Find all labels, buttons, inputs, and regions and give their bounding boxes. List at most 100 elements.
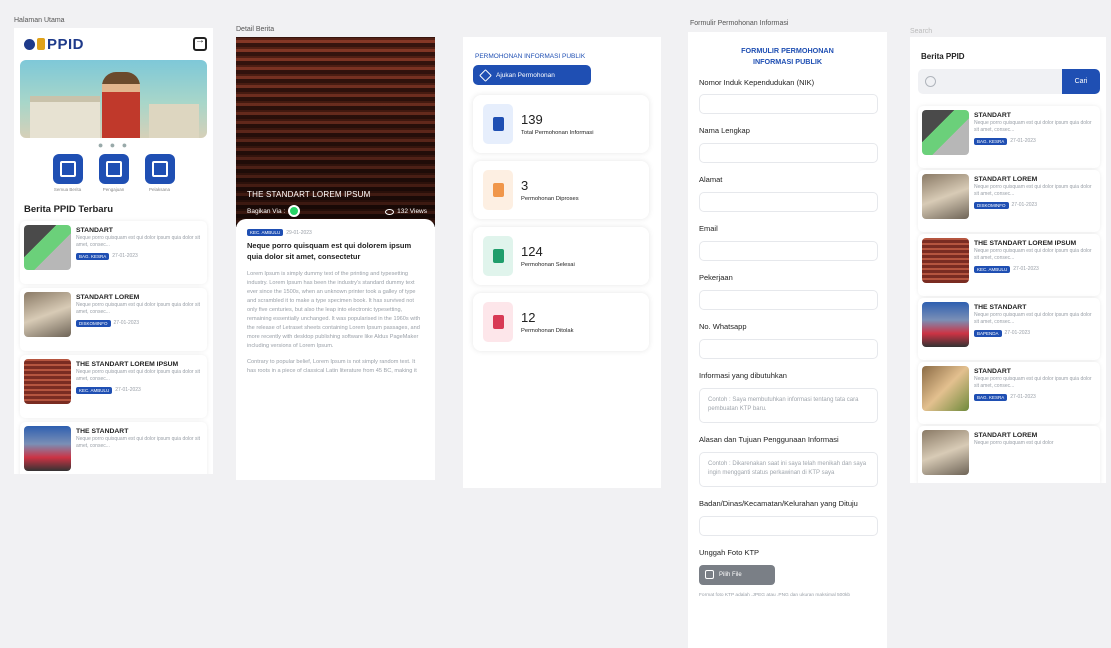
hero-banner[interactable] (20, 60, 207, 138)
carousel-dots[interactable]: ● ● ● (14, 140, 213, 150)
category-badge: KEC. AMBULU (76, 386, 113, 394)
stat-total[interactable]: 139 Total Permohonan Informasi (473, 95, 649, 153)
news-card[interactable]: STANDART Neque porro quisquam est qui do… (918, 106, 1100, 168)
news-desc: Neque porro quisquam est qui dolor (974, 440, 1054, 446)
news-card[interactable]: THE STANDART LOREM IPSUM Neque porro qui… (918, 234, 1100, 296)
whatsapp-icon[interactable] (288, 205, 301, 217)
news-card[interactable]: STANDART Neque porro quisquam est qui do… (20, 221, 207, 284)
form-screen: FORMULIR PERMOHONAN INFORMASI PUBLIK Nom… (688, 32, 887, 648)
stat-ditolak[interactable]: 12 Permohonan Ditolak (473, 293, 649, 351)
news-thumbnail (922, 238, 969, 283)
permohonan-form: Nomor Induk Kependudukan (NIK) Nama Leng… (688, 78, 887, 599)
badan-field[interactable] (699, 515, 878, 536)
quick-label: Pelaksana (148, 187, 170, 192)
news-date: 27-01-2023 (1010, 138, 1036, 144)
logout-icon[interactable] (193, 35, 207, 51)
search-screen: Berita PPID Cari STANDART Neque porro qu… (910, 37, 1106, 483)
upload-icon (705, 570, 714, 580)
form-header-line: FORMULIR PERMOHONAN (741, 46, 834, 55)
share-row: Bagikan Via : (247, 205, 301, 217)
alamat-field[interactable] (699, 192, 878, 213)
cari-button[interactable]: Cari (1062, 69, 1100, 94)
document-icon (98, 154, 129, 184)
nik-field[interactable] (699, 94, 878, 115)
quick-item-semua-berita[interactable]: Semua Berita (51, 154, 85, 192)
badan-label: Badan/Dinas/Kecamatan/Kelurahan yang Dit… (699, 498, 858, 508)
category-badge: BAPENDA (974, 329, 1002, 337)
nama-field[interactable] (699, 143, 878, 164)
news-card[interactable]: STANDART LOREM Neque porro quisquam est … (918, 170, 1100, 232)
news-date: 27-01-2023 (1013, 266, 1039, 272)
news-desc: Neque porro quisquam est qui dolor ipsum… (76, 235, 200, 248)
stat-value: 3 (521, 178, 529, 193)
news-date: 27-01-2023 (113, 320, 140, 326)
news-card[interactable]: THE STANDART Neque porro quisquam est qu… (918, 298, 1100, 360)
news-thumbnail (922, 302, 969, 347)
category-badge: KEC. AMBULU (247, 229, 284, 236)
unggah-label: Unggah Foto KTP (699, 547, 760, 557)
section-title: Berita PPID Terbaru (24, 204, 114, 215)
news-card[interactable]: STANDART LOREM Neque porro quisquam est … (20, 288, 207, 351)
news-icon (52, 154, 83, 184)
news-desc: Neque porro quisquam est qui dolor ipsum… (974, 376, 1092, 389)
detail-paragraph: Lorem Ipsum is simply dummy text of the … (247, 271, 421, 349)
stat-label: Permohonan Selesai (521, 262, 575, 268)
permohonan-header: PERMOHONAN INFORMASI PUBLIK (475, 53, 586, 60)
quick-item-pengajuan[interactable]: Pengajuan (97, 154, 131, 192)
views-count: 132 Views (385, 208, 427, 215)
home-header: PPID (14, 28, 213, 60)
nik-label: Nomor Induk Kependudukan (NIK) (699, 77, 815, 87)
detail-hero-image: THE STANDART LOREM IPSUM Bagikan Via : 1… (236, 37, 435, 227)
news-thumbnail (24, 292, 71, 337)
news-desc: Neque porro quisquam est qui dolor ipsum… (76, 302, 200, 315)
news-date: 27-01-2023 (1011, 202, 1038, 208)
stat-selesai[interactable]: 124 Permohonan Selesai (473, 227, 649, 285)
news-title: STANDART (76, 227, 113, 234)
news-date: 27-01-2023 (1004, 330, 1031, 336)
file-rejected-icon (483, 302, 513, 342)
news-date: 27-01-2023 (1010, 394, 1036, 400)
category-badge: DISKOMINFO (974, 201, 1009, 209)
news-thumbnail (922, 366, 969, 411)
frame-title-search: Search (910, 28, 933, 35)
button-label: Ajukan Permohonan (496, 71, 555, 79)
stat-diproses[interactable]: 3 Permohonan Diproses (473, 161, 649, 219)
news-card[interactable]: STANDART Neque porro quisquam est qui do… (918, 362, 1100, 424)
alamat-label: Alamat (699, 175, 723, 185)
news-thumbnail (922, 430, 969, 475)
news-desc: Neque porro quisquam est qui dolor ipsum… (974, 312, 1092, 325)
stat-label: Total Permohonan Informasi (521, 130, 594, 136)
quick-item-pelaksana[interactable]: Pelaksana (143, 154, 177, 192)
email-field[interactable] (699, 241, 878, 262)
news-desc: Neque porro quisquam est qui dolor ipsum… (76, 436, 200, 449)
news-date: 27-01-2023 (112, 253, 138, 259)
news-title: STANDART LOREM (76, 294, 140, 301)
news-card[interactable]: THE STANDART LOREM IPSUM Neque porro qui… (20, 355, 207, 418)
news-thumbnail (24, 426, 71, 471)
pilih-file-button[interactable]: Pilih File (699, 564, 775, 585)
button-label: Pilih File (719, 571, 742, 578)
news-title: STANDART (974, 112, 1011, 119)
news-thumbnail (24, 359, 71, 404)
search-box[interactable] (918, 69, 1062, 94)
news-thumbnail (24, 225, 71, 270)
pekerjaan-field[interactable] (699, 289, 878, 310)
news-desc: Neque porro quisquam est qui dolor ipsum… (974, 248, 1092, 261)
permohonan-screen: PERMOHONAN INFORMASI PUBLIK Ajukan Permo… (463, 37, 661, 488)
alasan-textarea[interactable]: Contoh : Dikarenakan saat ini saya telah… (699, 451, 878, 487)
category-badge: BAG. KESRA (974, 393, 1008, 401)
whatsapp-field[interactable] (699, 338, 878, 359)
news-card[interactable]: THE STANDART Neque porro quisquam est qu… (20, 422, 207, 474)
search-input[interactable] (940, 69, 1062, 94)
news-card[interactable]: STANDART LOREM Neque porro quisquam est … (918, 426, 1100, 483)
send-icon (479, 68, 492, 82)
category-badge: DISKOMINFO (76, 319, 111, 327)
frame-title-home: Halaman Utama (14, 17, 65, 24)
news-title: STANDART LOREM (974, 432, 1038, 439)
search-icon (925, 76, 936, 87)
news-title: STANDART (974, 368, 1011, 375)
ajukan-permohonan-button[interactable]: Ajukan Permohonan (473, 65, 591, 85)
page-title: Berita PPID (921, 52, 965, 61)
search-results: STANDART Neque porro quisquam est qui do… (918, 106, 1100, 483)
informasi-textarea[interactable]: Contoh : Saya membutuhkan informasi tent… (699, 387, 878, 423)
